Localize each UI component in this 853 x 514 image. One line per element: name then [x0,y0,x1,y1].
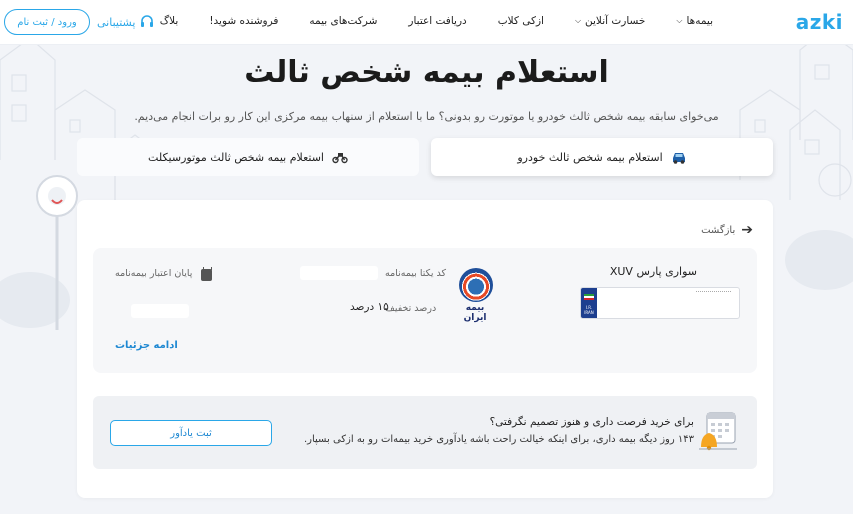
top-header: azki بیمه‌ها ⌵ خسارت آنلاین ⌵ ازکی کلاب … [0,0,853,45]
chevron-down-icon: ⌵ [574,16,582,25]
insurer-name: بیمه ایران [463,303,487,323]
nav-item-label: خسارت آنلاین [585,15,646,27]
nav-item-become-seller[interactable]: فروشنده شوید! [209,15,278,27]
nav-item-label: بلاگ [159,15,179,27]
tab-motorcycle-inquiry[interactable]: استعلام بیمه شخص ثالث موتورسیکلت [77,138,419,176]
main-nav: بیمه‌ها ⌵ خسارت آنلاین ⌵ ازکی کلاب دریاف… [129,15,713,27]
tab-car-inquiry[interactable]: استعلام بیمه شخص ثالث خودرو [431,138,773,176]
car-icon [672,153,685,164]
azki-logo[interactable]: azki [796,10,843,34]
inquiry-result-card: ➔ بازگشت سواری پارس XUV I.R. IRAN بیمه ا… [77,200,773,498]
reminder-title: برای خرید فرصت داری و هنوز تصمیم نگرفتی؟ [489,416,694,428]
vehicle-name: سواری پارس XUV [609,265,697,278]
insurer-logo: بیمه ایران [453,268,497,323]
reminder-box: برای خرید فرصت داری و هنوز تصمیم نگرفتی؟… [93,396,757,469]
back-label: بازگشت [701,224,736,236]
bimeh-iran-logo-icon [459,268,493,302]
tab-motorcycle-label: استعلام بیمه شخص ثالث موتورسیکلت [148,150,324,164]
nav-item-blog[interactable]: بلاگ [160,15,179,27]
page-title: استعلام بیمه شخص ثالث [244,55,609,90]
arrow-right-icon: ➔ [741,222,753,238]
policy-summary: سواری پارس XUV I.R. IRAN بیمه ایران کد ی… [93,248,757,373]
headset-icon [141,15,154,27]
page-subtitle: می‌خوای سابقه بیمه شخص ثالث خودرو یا موت… [134,110,719,123]
nav-item-label: بیمه‌ها [686,15,713,27]
nav-item-label: ازکی کلاب [497,15,544,27]
expiry-value [131,304,189,318]
nav-item-insurers[interactable]: شرکت‌های بیمه [309,15,377,27]
iran-flag-icon: I.R. IRAN [581,288,597,318]
set-reminder-button[interactable]: ثبت یادآور [110,420,272,446]
nav-item-online-claims[interactable]: خسارت آنلاین ⌵ [575,15,645,27]
tab-car-label: استعلام بیمه شخص ثالث خودرو [517,150,663,164]
login-signup-button[interactable]: ورود / ثبت نام [4,9,90,35]
nav-item-get-credit[interactable]: دریافت اعتبار [408,15,466,27]
plate-country: I.R. IRAN [584,305,594,315]
reminder-text: ۱۴۳ روز دیگه بیمه داری، برای اینکه خیالت… [303,434,694,445]
discount-value: ۱۵ درصد [350,301,389,313]
unique-code-value [300,266,378,280]
chevron-down-icon: ⌵ [676,16,683,25]
motorcycle-icon [332,153,348,164]
nav-item-label: شرکت‌های بیمه [309,15,378,27]
nav-item-insurances[interactable]: بیمه‌ها ⌵ [676,15,713,27]
calendar-bell-icon [699,412,737,451]
calendar-icon [201,267,212,281]
nav-item-label: دریافت اعتبار [408,15,467,27]
support-label: پشتیبانی [97,15,136,29]
unique-code-label: کد یکتا بیمه‌نامه [385,268,447,279]
discount-label: درصد تخفیف [385,303,437,314]
continue-details-link[interactable]: ادامه جزئیات [115,340,178,351]
plate-placeholder [696,291,731,295]
back-button[interactable]: ➔ بازگشت [701,222,753,238]
license-plate: I.R. IRAN [580,287,740,319]
expiry-label: پایان اعتبار بیمه‌نامه [115,268,193,279]
nav-item-azki-club[interactable]: ازکی کلاب [498,15,544,27]
support-link[interactable]: پشتیبانی [97,14,155,30]
nav-item-label: فروشنده شوید! [209,15,279,27]
